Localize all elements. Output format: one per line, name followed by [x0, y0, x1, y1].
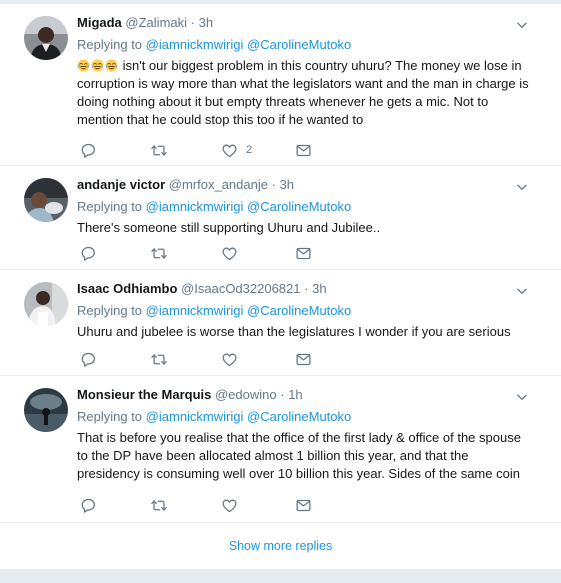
reply-button[interactable] — [80, 496, 97, 514]
reply-button[interactable] — [80, 141, 97, 159]
tweet-text: There's someone still supporting Uhuru a… — [77, 220, 381, 235]
chevron-down-icon[interactable] — [515, 284, 529, 298]
chevron-down-icon[interactable] — [515, 18, 529, 32]
replying-to: Replying to @iamnickmwirigi @CarolineMut… — [77, 408, 531, 426]
show-more-replies-link[interactable]: Show more replies — [0, 523, 561, 569]
mention-link[interactable]: @iamnickmwirigi — [146, 409, 244, 424]
reply-tweet[interactable]: Isaac Odhiambo @IsaacOd32206821 · 3h Rep… — [0, 270, 561, 375]
mention-link[interactable]: @CarolineMutoko — [247, 409, 351, 424]
like-button[interactable] — [221, 244, 238, 262]
like-button[interactable] — [221, 350, 238, 368]
mention-link[interactable]: @CarolineMutoko — [247, 37, 351, 52]
avatar[interactable] — [24, 282, 68, 326]
timestamp[interactable]: 3h — [312, 281, 326, 296]
direct-message-icon — [295, 351, 312, 368]
replying-to: Replying to @iamnickmwirigi @CarolineMut… — [77, 302, 531, 320]
reply-thread: Migada @Zalimaki · 3h Replying to @iamni… — [0, 0, 561, 583]
retweet-icon — [150, 142, 168, 159]
tweet-text: That is before you realise that the offi… — [77, 430, 521, 481]
tweet-text: Uhuru and jubelee is worse than the legi… — [77, 324, 511, 339]
display-name[interactable]: Monsieur the Marquis — [77, 387, 211, 402]
reply-tweet[interactable]: andanje victor @mrfox_andanje · 3h Reply… — [0, 166, 561, 269]
tweet-actions — [77, 244, 337, 262]
reply-tweet[interactable]: Monsieur the Marquis @edowino · 1h Reply… — [0, 376, 561, 522]
timestamp[interactable]: 3h — [199, 15, 213, 30]
tweet-text: isn't our biggest problem in this countr… — [77, 57, 531, 129]
replying-to: Replying to @iamnickmwirigi @CarolineMut… — [77, 198, 531, 216]
timestamp[interactable]: 1h — [288, 387, 302, 402]
tweet-actions — [77, 496, 337, 514]
replying-to: Replying to @iamnickmwirigi @CarolineMut… — [77, 36, 531, 54]
mention-link[interactable]: @iamnickmwirigi — [146, 303, 244, 318]
chevron-down-icon[interactable] — [515, 180, 529, 194]
avatar[interactable] — [24, 178, 68, 222]
like-button[interactable] — [221, 496, 238, 514]
separator-dot: · — [280, 387, 285, 402]
direct-message-icon — [295, 245, 312, 262]
direct-message-button[interactable] — [295, 496, 312, 514]
reply-icon — [80, 497, 97, 514]
chevron-down-icon[interactable] — [515, 390, 529, 404]
direct-message-button[interactable] — [295, 350, 312, 368]
retweet-icon — [150, 245, 168, 262]
reply-button[interactable] — [80, 244, 97, 262]
display-name[interactable]: Isaac Odhiambo — [77, 281, 177, 296]
replying-to-label: Replying to — [77, 37, 143, 52]
tweet-text-content: isn't our biggest problem in this countr… — [77, 58, 529, 127]
separator-dot: · — [271, 177, 276, 192]
like-count: 2 — [246, 144, 253, 156]
retweet-button[interactable] — [150, 244, 168, 262]
face-with-tears-of-joy-emoji-icon — [77, 59, 90, 72]
avatar[interactable] — [24, 388, 68, 432]
mention-link[interactable]: @CarolineMutoko — [247, 303, 351, 318]
mention-link[interactable]: @iamnickmwirigi — [146, 199, 244, 214]
reply-tweet[interactable]: Migada @Zalimaki · 3h Replying to @iamni… — [0, 4, 561, 165]
separator-dot: · — [190, 15, 195, 30]
like-icon — [221, 142, 238, 159]
reply-button[interactable] — [80, 350, 97, 368]
retweet-button[interactable] — [150, 350, 168, 368]
timestamp[interactable]: 3h — [280, 177, 294, 192]
tweet-actions — [77, 350, 337, 368]
reply-icon — [80, 142, 97, 159]
replying-to-label: Replying to — [77, 199, 143, 214]
display-name[interactable]: Migada — [77, 15, 122, 30]
direct-message-icon — [295, 142, 312, 159]
tweet-actions: 2 — [77, 141, 337, 159]
mention-link[interactable]: @iamnickmwirigi — [146, 37, 244, 52]
like-icon — [221, 245, 238, 262]
replying-to-label: Replying to — [77, 303, 143, 318]
direct-message-button[interactable] — [295, 141, 312, 159]
retweet-icon — [150, 351, 168, 368]
like-icon — [221, 351, 238, 368]
face-with-tears-of-joy-emoji-icon — [91, 59, 104, 72]
bottom-divider — [0, 569, 561, 583]
user-handle[interactable]: @edowino — [215, 387, 277, 402]
retweet-button[interactable] — [150, 496, 168, 514]
display-name[interactable]: andanje victor — [77, 177, 165, 192]
face-with-tears-of-joy-emoji-icon — [105, 59, 118, 72]
retweet-icon — [150, 497, 168, 514]
user-handle[interactable]: @Zalimaki — [125, 15, 187, 30]
separator-dot: · — [304, 281, 309, 296]
user-handle[interactable]: @IsaacOd32206821 — [181, 281, 300, 296]
like-icon — [221, 497, 238, 514]
avatar[interactable] — [24, 16, 68, 60]
like-button[interactable]: 2 — [221, 141, 252, 159]
reply-icon — [80, 245, 97, 262]
replying-to-label: Replying to — [77, 409, 143, 424]
mention-link[interactable]: @CarolineMutoko — [247, 199, 351, 214]
direct-message-icon — [295, 497, 312, 514]
direct-message-button[interactable] — [295, 244, 312, 262]
user-handle[interactable]: @mrfox_andanje — [169, 177, 268, 192]
reply-icon — [80, 351, 97, 368]
retweet-button[interactable] — [150, 141, 168, 159]
